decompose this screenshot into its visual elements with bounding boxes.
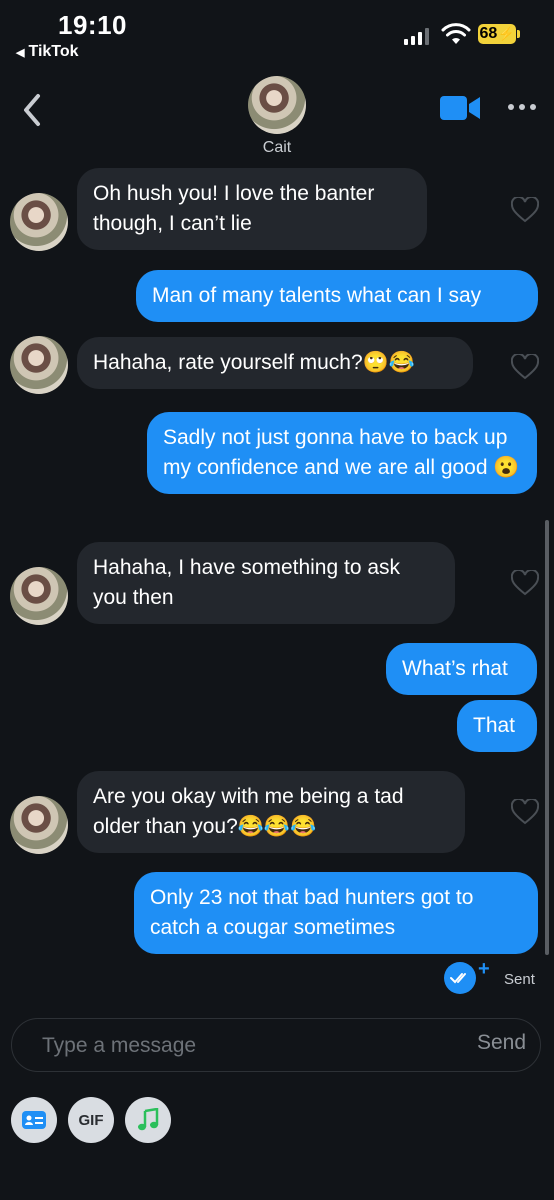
music-button[interactable] [125, 1097, 171, 1143]
incoming-message[interactable]: Hahaha, rate yourself much?🙄😂 [77, 337, 473, 389]
sender-avatar[interactable] [10, 796, 68, 854]
back-triangle-icon: ◀ [16, 46, 25, 59]
message-composer: Send [11, 1018, 541, 1072]
incoming-message[interactable]: Hahaha, I have something to ask you then [77, 542, 455, 624]
more-icon[interactable] [508, 104, 536, 110]
sender-avatar[interactable] [10, 336, 68, 394]
like-heart-icon[interactable] [511, 570, 539, 596]
back-app-label: TikTok [28, 43, 79, 60]
battery-tip [517, 30, 520, 38]
gif-icon: GIF [78, 1111, 104, 1129]
video-call-icon[interactable] [440, 95, 480, 121]
gif-button[interactable]: GIF [68, 1097, 114, 1143]
contact-avatar[interactable] [248, 76, 306, 134]
like-heart-icon[interactable] [511, 197, 539, 223]
music-icon [138, 1108, 159, 1131]
status-time: 19:10 [58, 10, 127, 40]
outgoing-message[interactable]: That [457, 700, 537, 752]
card-button[interactable] [11, 1097, 57, 1143]
back-chevron-icon[interactable] [18, 90, 46, 130]
outgoing-message[interactable]: Only 23 not that bad hunters got to catc… [134, 872, 538, 954]
card-icon [22, 1111, 46, 1129]
wifi-icon [441, 23, 471, 44]
send-button[interactable]: Send [477, 1031, 526, 1055]
cellular-signal-icon [404, 27, 429, 45]
battery-indicator: 68 ⚡ [478, 24, 516, 44]
contact-name[interactable]: Cait [0, 139, 554, 157]
double-check-icon [450, 973, 466, 984]
outgoing-message[interactable]: Sadly not just gonna have to back up my … [147, 412, 537, 494]
sender-avatar[interactable] [10, 193, 68, 251]
plus-icon[interactable]: + [478, 958, 490, 981]
charging-bolt-icon: ⚡ [498, 26, 515, 41]
scrollbar[interactable] [545, 520, 549, 955]
like-heart-icon[interactable] [511, 799, 539, 825]
sender-avatar[interactable] [10, 567, 68, 625]
battery-level: 68 [479, 25, 498, 42]
sent-status: Sent [504, 971, 535, 988]
outgoing-message[interactable]: Man of many talents what can I say [136, 270, 538, 322]
incoming-message[interactable]: Are you okay with me being a tad older t… [77, 771, 465, 853]
incoming-message[interactable]: Oh hush you! I love the banter though, I… [77, 168, 427, 250]
like-heart-icon[interactable] [511, 354, 539, 380]
read-receipt-icon[interactable] [444, 962, 476, 994]
message-input[interactable] [40, 1027, 424, 1065]
back-to-app-link[interactable]: ◀ TikTok [16, 43, 79, 61]
outgoing-message[interactable]: What’s rhat [386, 643, 537, 695]
